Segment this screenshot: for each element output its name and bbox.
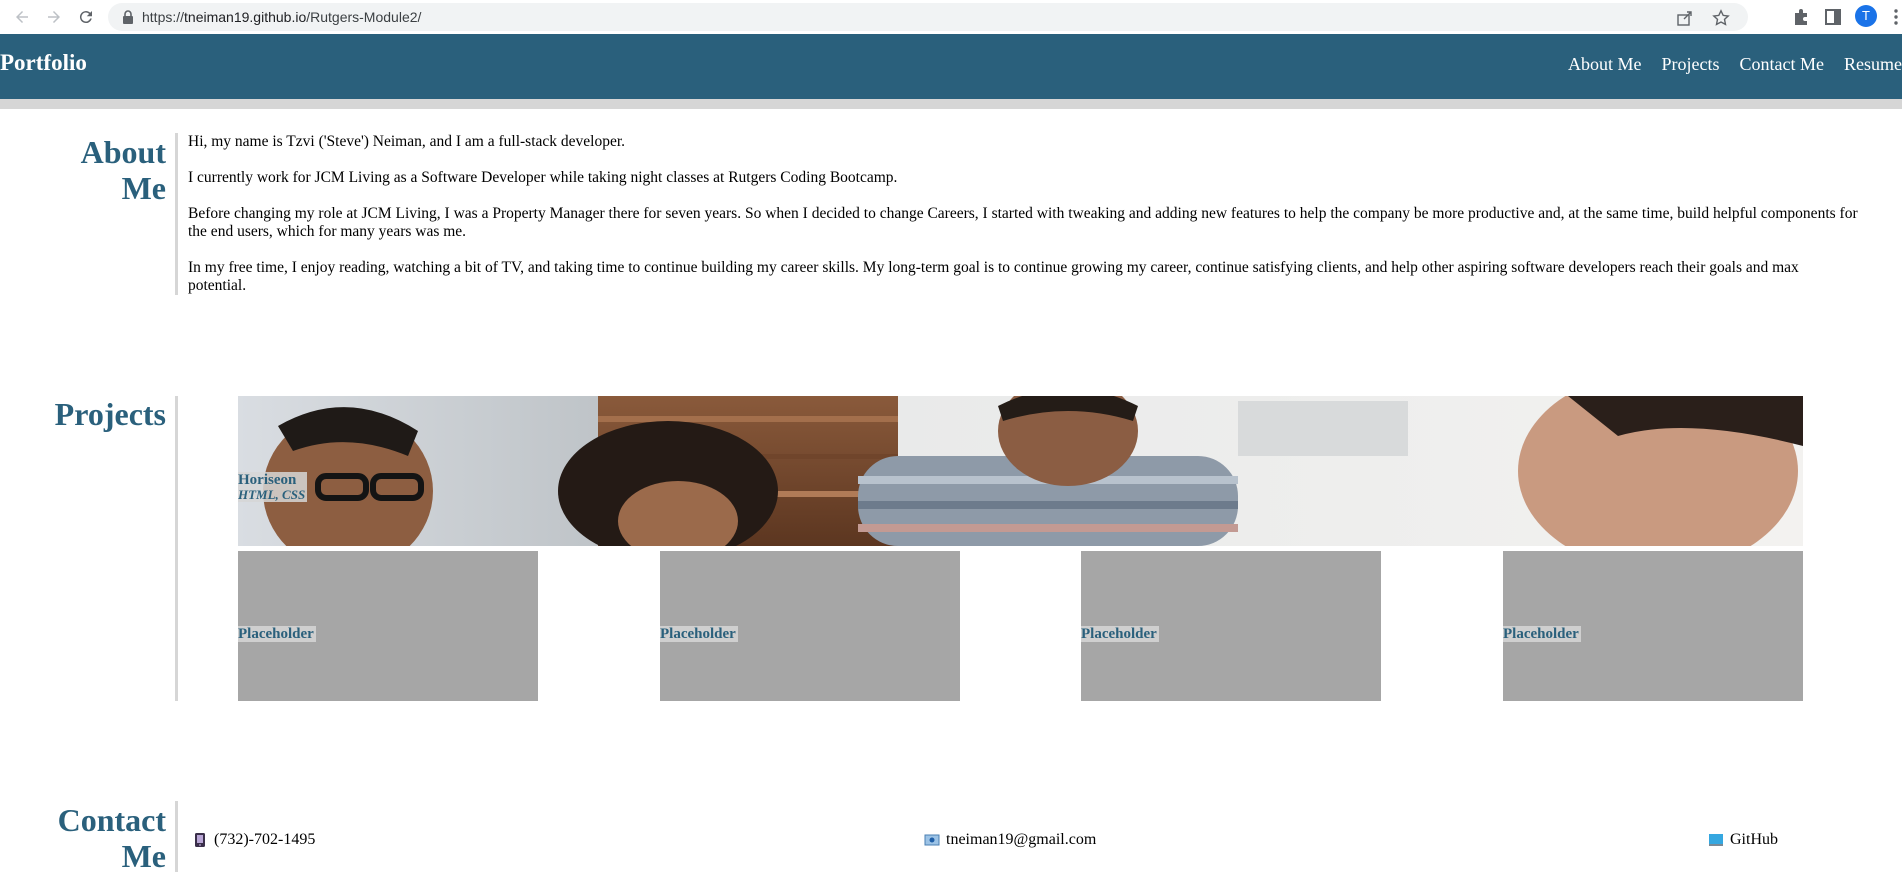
github-icon	[1709, 834, 1723, 846]
nav-link-contact-me[interactable]: Contact Me	[1740, 54, 1824, 75]
placeholder-project-card[interactable]: Placeholder	[238, 551, 538, 701]
nav-link-resume[interactable]: Resume	[1844, 54, 1902, 75]
back-arrow-icon[interactable]	[10, 5, 34, 29]
contact-email[interactable]: tneiman19@gmail.com	[924, 831, 1096, 849]
side-panel-icon[interactable]	[1823, 7, 1843, 27]
brand-title[interactable]: Portfolio	[0, 50, 87, 76]
header-divider	[0, 99, 1902, 109]
about-text: Hi, my name is Tzvi ('Steve') Neiman, an…	[188, 133, 1858, 313]
more-menu-icon[interactable]	[1890, 7, 1902, 27]
placeholder-project-card[interactable]: Placeholder	[660, 551, 960, 701]
about-paragraph: I currently work for JCM Living as a Sof…	[188, 169, 898, 186]
url-text[interactable]: https://tneiman19.github.io/Rutgers-Modu…	[142, 9, 421, 25]
featured-project-card[interactable]: Horiseon HTML, CSS	[238, 396, 1803, 546]
contact-section-title: Contact Me	[57, 802, 166, 874]
github-link[interactable]: GitHub	[1730, 831, 1778, 849]
about-paragraph: Before changing my role at JCM Living, I…	[188, 205, 1858, 240]
main-nav: About Me Projects Contact Me Resume	[1548, 54, 1902, 75]
projects-section-rule	[175, 396, 178, 701]
placeholder-project-card[interactable]: Placeholder	[1503, 551, 1803, 701]
phone-number[interactable]: (732)-702-1495	[214, 831, 315, 849]
contact-github[interactable]: GitHub	[1708, 831, 1778, 849]
phone-icon	[195, 833, 205, 847]
placeholder-project-card[interactable]: Placeholder	[1081, 551, 1381, 701]
address-bar[interactable]: https://tneiman19.github.io/Rutgers-Modu…	[108, 3, 1748, 31]
about-section-title: About Me	[80, 134, 166, 206]
team-photo-image	[238, 396, 1803, 546]
nav-link-projects[interactable]: Projects	[1662, 54, 1720, 75]
email-address[interactable]: tneiman19@gmail.com	[946, 831, 1096, 849]
profile-avatar[interactable]: T	[1855, 5, 1877, 27]
contact-section-rule	[175, 801, 178, 872]
extensions-puzzle-icon[interactable]	[1791, 7, 1811, 27]
placeholder-label: Placeholder	[238, 626, 316, 642]
reload-icon[interactable]	[74, 5, 98, 29]
contact-phone[interactable]: (732)-702-1495	[192, 831, 315, 849]
nav-link-about-me[interactable]: About Me	[1568, 54, 1642, 75]
forward-arrow-icon[interactable]	[42, 5, 66, 29]
about-section-rule	[175, 133, 178, 295]
placeholder-label: Placeholder	[1503, 626, 1581, 642]
about-paragraph: In my free time, I enjoy reading, watchi…	[188, 259, 1799, 294]
placeholder-label: Placeholder	[660, 626, 738, 642]
lock-icon[interactable]	[120, 9, 136, 25]
project-name: Horiseon	[238, 472, 297, 488]
bookmark-star-icon[interactable]	[1712, 9, 1730, 27]
project-tech: HTML, CSS	[238, 487, 306, 502]
projects-section-title: Projects	[54, 396, 166, 432]
project-label: Horiseon HTML, CSS	[238, 472, 308, 502]
about-paragraph: Hi, my name is Tzvi ('Steve') Neiman, an…	[188, 133, 626, 150]
site-header: Portfolio About Me Projects Contact Me R…	[0, 34, 1902, 99]
email-icon	[924, 834, 940, 846]
share-icon[interactable]	[1676, 9, 1694, 27]
placeholder-label: Placeholder	[1081, 626, 1159, 642]
browser-toolbar: https://tneiman19.github.io/Rutgers-Modu…	[0, 0, 1902, 35]
